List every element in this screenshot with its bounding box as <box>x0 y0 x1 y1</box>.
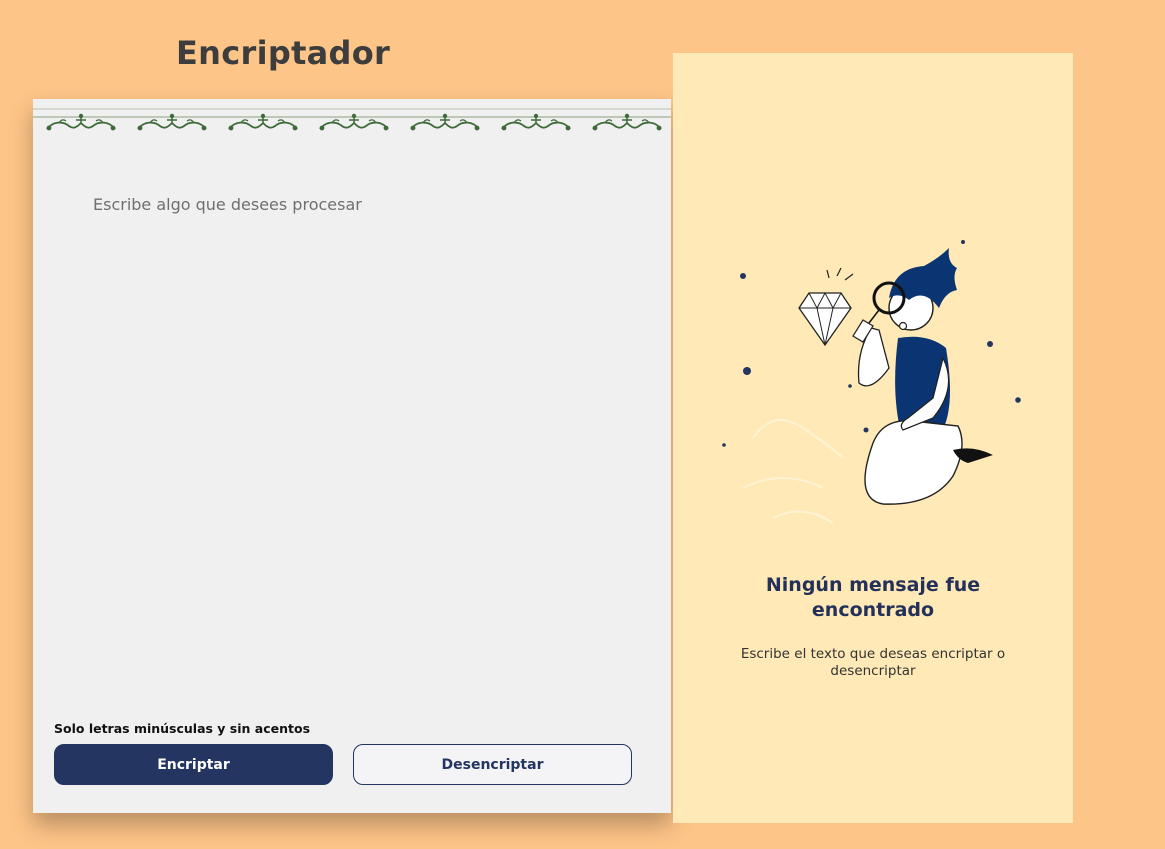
input-hint: Solo letras minúsculas y sin acentos <box>54 721 311 736</box>
page-title: Encriptador <box>176 34 391 72</box>
ornament-border <box>33 108 671 132</box>
ornament-vine-icon <box>227 112 299 132</box>
diamond-icon <box>798 267 854 347</box>
encrypt-button[interactable]: Encriptar <box>54 744 333 785</box>
ornament-vine-icon <box>409 112 481 132</box>
result-panel: Ningún mensaje fue encontrado Escribe el… <box>673 53 1073 823</box>
ornament-vine-icon <box>591 112 663 132</box>
ornament-vine-icon <box>136 112 208 132</box>
ornament-vine-icon <box>500 112 572 132</box>
result-title: Ningún mensaje fue encontrado <box>765 574 981 621</box>
ornament-vine-icon <box>45 112 117 132</box>
text-input[interactable] <box>93 195 633 695</box>
editor-panel: Solo letras minúsculas y sin acentos Enc… <box>33 99 671 813</box>
ornament-vine-icon <box>318 112 390 132</box>
result-subtitle: Escribe el texto que deseas encriptar o … <box>740 646 1006 679</box>
decrypt-button[interactable]: Desencriptar <box>353 744 632 785</box>
detective-illustration-icon <box>722 240 1021 524</box>
